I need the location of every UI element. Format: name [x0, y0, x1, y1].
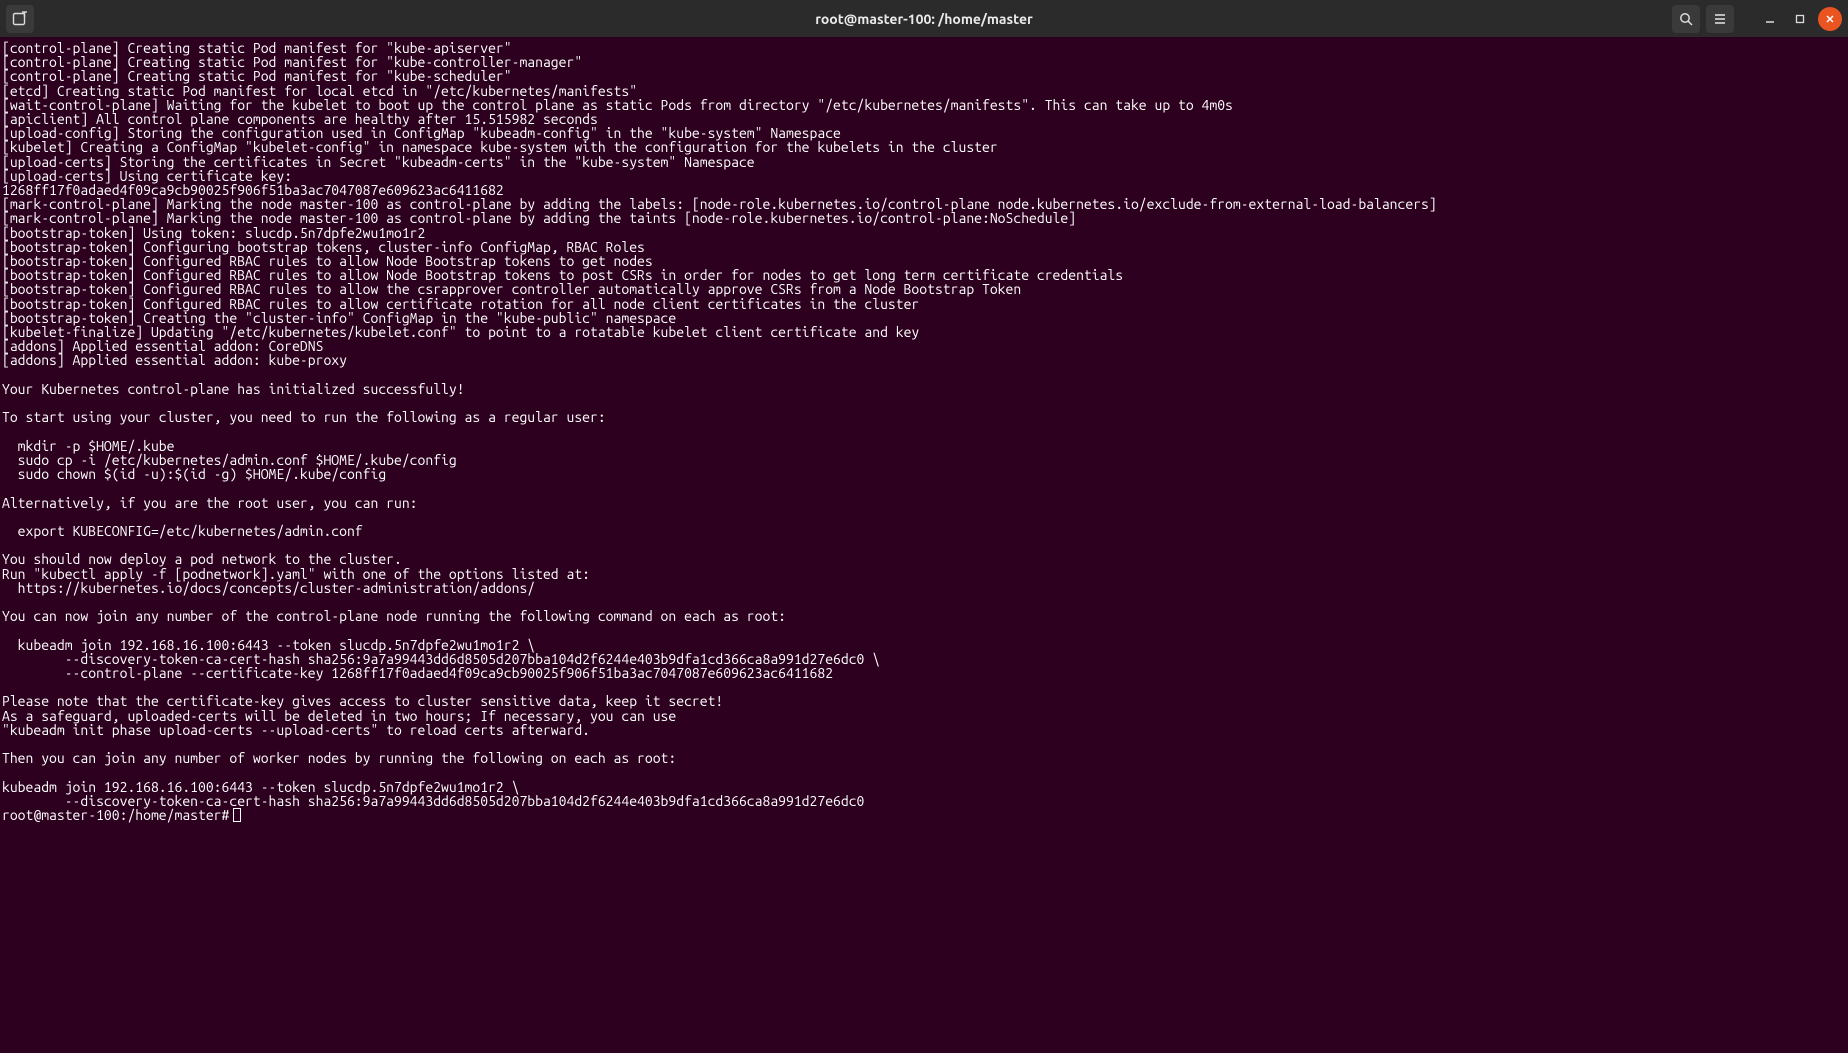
search-icon	[1678, 11, 1694, 27]
terminal-line: Your Kubernetes control-plane has initia…	[2, 382, 1846, 396]
terminal-line	[2, 680, 1846, 694]
terminal-line	[2, 396, 1846, 410]
terminal-line: kubeadm join 192.168.16.100:6443 --token…	[2, 780, 1846, 794]
terminal-line	[2, 368, 1846, 382]
terminal-line	[2, 765, 1846, 779]
terminal-line: [control-plane] Creating static Pod mani…	[2, 69, 1846, 83]
terminal-line: "kubeadm init phase upload-certs --uploa…	[2, 723, 1846, 737]
new-tab-icon	[12, 11, 28, 27]
titlebar: root@master-100: /home/master	[0, 0, 1848, 37]
terminal-line: Please note that the certificate-key giv…	[2, 694, 1846, 708]
terminal-line: [mark-control-plane] Marking the node ma…	[2, 197, 1846, 211]
titlebar-right-group	[1672, 5, 1842, 33]
terminal-line	[2, 424, 1846, 438]
terminal-line: Then you can join any number of worker n…	[2, 751, 1846, 765]
terminal-line: [upload-certs] Storing the certificates …	[2, 155, 1846, 169]
terminal-line: --control-plane --certificate-key 1268ff…	[2, 666, 1846, 680]
terminal-line	[2, 481, 1846, 495]
terminal-line	[2, 538, 1846, 552]
terminal-line	[2, 595, 1846, 609]
terminal-line: 1268ff17f0adaed4f09ca9cb90025f906f51ba3a…	[2, 183, 1846, 197]
new-tab-button[interactable]	[6, 5, 34, 33]
terminal-line: [bootstrap-token] Configuring bootstrap …	[2, 240, 1846, 254]
terminal-prompt: root@master-100:/home/master#	[2, 808, 229, 822]
terminal-line: --discovery-token-ca-cert-hash sha256:9a…	[2, 794, 1846, 808]
titlebar-left-group	[6, 5, 34, 33]
terminal-line: You can now join any number of the contr…	[2, 609, 1846, 623]
minimize-icon	[1765, 14, 1775, 24]
terminal-line: You should now deploy a pod network to t…	[2, 552, 1846, 566]
maximize-icon	[1795, 14, 1805, 24]
terminal-line: [etcd] Creating static Pod manifest for …	[2, 84, 1846, 98]
terminal-line: [apiclient] All control plane components…	[2, 112, 1846, 126]
terminal-line: --discovery-token-ca-cert-hash sha256:9a…	[2, 652, 1846, 666]
terminal-line: [kubelet] Creating a ConfigMap "kubelet-…	[2, 140, 1846, 154]
search-button[interactable]	[1672, 5, 1700, 33]
terminal-line: [bootstrap-token] Creating the "cluster-…	[2, 311, 1846, 325]
terminal-line: [bootstrap-token] Configured RBAC rules …	[2, 254, 1846, 268]
terminal-line: To start using your cluster, you need to…	[2, 410, 1846, 424]
terminal-line: Alternatively, if you are the root user,…	[2, 496, 1846, 510]
terminal-line: [bootstrap-token] Configured RBAC rules …	[2, 297, 1846, 311]
terminal-line	[2, 737, 1846, 751]
terminal-line: [control-plane] Creating static Pod mani…	[2, 55, 1846, 69]
terminal-output[interactable]: [control-plane] Creating static Pod mani…	[0, 37, 1848, 824]
hamburger-icon	[1712, 11, 1728, 27]
window-title: root@master-100: /home/master	[0, 11, 1848, 27]
terminal-line	[2, 623, 1846, 637]
terminal-line: https://kubernetes.io/docs/concepts/clus…	[2, 581, 1846, 595]
terminal-line: [kubelet-finalize] Updating "/etc/kubern…	[2, 325, 1846, 339]
terminal-line: Run "kubectl apply -f [podnetwork].yaml"…	[2, 567, 1846, 581]
terminal-line: sudo cp -i /etc/kubernetes/admin.conf $H…	[2, 453, 1846, 467]
terminal-prompt-line[interactable]: root@master-100:/home/master#	[2, 808, 1846, 822]
menu-button[interactable]	[1706, 5, 1734, 33]
terminal-line: [upload-certs] Using certificate key:	[2, 169, 1846, 183]
minimize-button[interactable]	[1758, 7, 1782, 31]
maximize-button[interactable]	[1788, 7, 1812, 31]
terminal-line: kubeadm join 192.168.16.100:6443 --token…	[2, 638, 1846, 652]
terminal-line: [bootstrap-token] Configured RBAC rules …	[2, 282, 1846, 296]
terminal-line: [bootstrap-token] Configured RBAC rules …	[2, 268, 1846, 282]
terminal-line: [addons] Applied essential addon: kube-p…	[2, 353, 1846, 367]
terminal-line: export KUBECONFIG=/etc/kubernetes/admin.…	[2, 524, 1846, 538]
terminal-line: [wait-control-plane] Waiting for the kub…	[2, 98, 1846, 112]
terminal-line: As a safeguard, uploaded-certs will be d…	[2, 709, 1846, 723]
terminal-line: sudo chown $(id -u):$(id -g) $HOME/.kube…	[2, 467, 1846, 481]
close-button[interactable]	[1818, 7, 1842, 31]
close-icon	[1825, 14, 1835, 24]
terminal-line: [addons] Applied essential addon: CoreDN…	[2, 339, 1846, 353]
terminal-line: [control-plane] Creating static Pod mani…	[2, 41, 1846, 55]
terminal-line: mkdir -p $HOME/.kube	[2, 439, 1846, 453]
cursor	[233, 808, 241, 822]
terminal-line	[2, 510, 1846, 524]
terminal-line: [mark-control-plane] Marking the node ma…	[2, 211, 1846, 225]
terminal-line: [bootstrap-token] Using token: slucdp.5n…	[2, 226, 1846, 240]
terminal-line: [upload-config] Storing the configuratio…	[2, 126, 1846, 140]
